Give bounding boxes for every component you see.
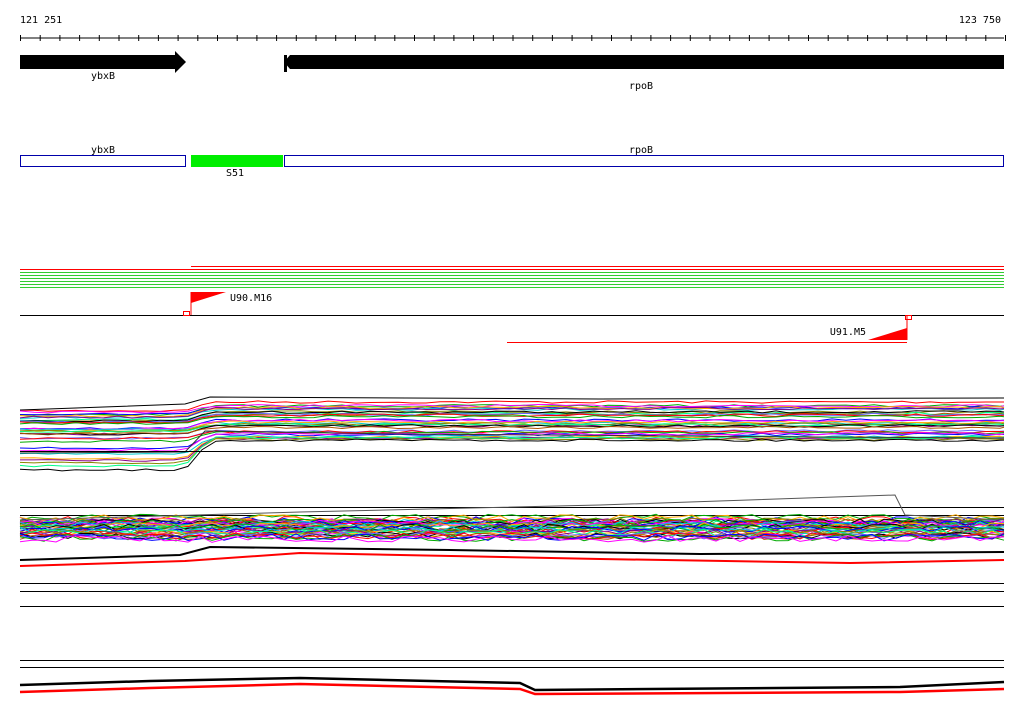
gene-track: ybxB rpoB [20, 51, 1004, 92]
ruler-start-label: 121 251 [20, 15, 62, 26]
promoter-box [905, 315, 912, 320]
promoter-track: U90.M16 U91.M5 [20, 292, 1004, 343]
ruler-end-label: 123 750 [959, 15, 1001, 26]
expression-profile-panel-2 [19, 494, 1005, 607]
gene-rpoB[interactable]: rpoB [284, 55, 1004, 92]
gene-label-rpoB: rpoB [629, 81, 653, 92]
feature-box-ybxB[interactable] [20, 155, 186, 167]
feature-track: ybxB S51 rpoB [20, 145, 1004, 179]
expression-profile-panel-3 [19, 660, 1005, 696]
profile-line [19, 682, 1005, 696]
transcript-track [20, 266, 1004, 288]
feature-label-rpoB: rpoB [629, 145, 653, 156]
promoter-label-U90-M16: U90.M16 [230, 293, 272, 304]
flag-triangle-icon [868, 328, 907, 340]
feature-label-S51: S51 [226, 168, 244, 179]
gene-rpoB-start [284, 55, 287, 72]
gene-ybxB[interactable]: ybxB [20, 51, 186, 82]
expression-profile-panel-1 [19, 396, 1005, 472]
arrow-icon[interactable] [284, 55, 1004, 69]
promoter-box [183, 311, 190, 316]
genome-browser: 121 251 123 750 ybxB rpoB ybxB S51 rpoB [19, 15, 1006, 696]
profile-line [19, 422, 1005, 433]
feature-label-ybxB: ybxB [91, 145, 115, 156]
promoter-label-U91-M5: U91.M5 [830, 327, 866, 338]
promoter-U91-M5[interactable]: U91.M5 [507, 315, 912, 343]
feature-box-rpoB[interactable] [284, 155, 1004, 167]
promoter-U90-M16[interactable]: U90.M16 [183, 292, 273, 316]
arrow-icon[interactable] [20, 51, 186, 73]
feature-segment-S51[interactable] [191, 155, 283, 167]
ruler: 121 251 123 750 [20, 15, 1006, 41]
flag-triangle-icon [191, 292, 226, 303]
gene-label-ybxB: ybxB [91, 71, 115, 82]
